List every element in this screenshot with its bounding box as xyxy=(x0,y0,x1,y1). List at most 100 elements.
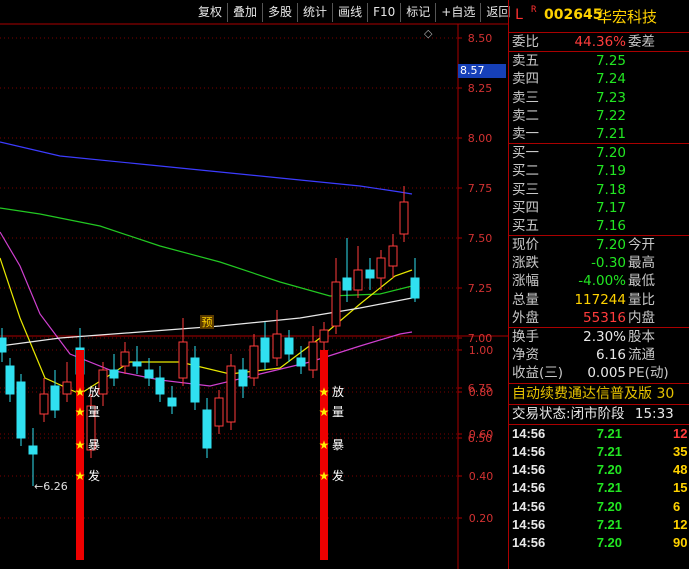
tick-row: 14:56 7.21 15 xyxy=(509,479,689,497)
candle-body[interactable] xyxy=(202,409,212,449)
stat-row: 收益(三) 0.005 PE(动) xyxy=(509,364,689,382)
status-value: 闭市阶段 xyxy=(570,405,625,422)
candle-body[interactable] xyxy=(109,369,119,379)
buy-row: 买三 7.18 xyxy=(509,181,689,199)
candle-body[interactable] xyxy=(98,369,108,395)
candle-body[interactable] xyxy=(249,345,259,379)
tick-time: 14:56 xyxy=(512,535,546,551)
candle-body[interactable] xyxy=(167,397,177,407)
quote-row: 总量 117244 量比 xyxy=(509,291,689,309)
candle-body[interactable] xyxy=(353,269,363,291)
candle-body[interactable] xyxy=(365,269,375,279)
stock-code[interactable]: 002645 xyxy=(544,7,602,23)
toolbar-button-6[interactable]: 标记 xyxy=(400,3,435,22)
tick-list[interactable]: 14:56 7.21 12 14:56 7.21 35 14:56 7.20 48 14:56 7.… xyxy=(509,425,689,553)
signal-label: 量 xyxy=(88,405,100,419)
quote-row: 现价 7.20 今开 xyxy=(509,236,689,254)
status-label: 交易状态: xyxy=(512,405,571,422)
buy-price: 7.19 xyxy=(595,163,626,180)
buy-row: 买一 7.20 xyxy=(509,144,689,162)
sell-label: 卖三 xyxy=(512,89,539,106)
candle-body[interactable] xyxy=(272,333,282,359)
weibi-value: 44.36% xyxy=(574,34,626,50)
stat-row: 换手 2.30% 股本 xyxy=(509,328,689,346)
candle-body[interactable] xyxy=(308,341,318,371)
indicator-tick-label: 0.80 xyxy=(469,386,494,399)
tick-price: 7.21 xyxy=(596,480,622,496)
tick-volume: 15 xyxy=(673,480,688,496)
sell-price: 7.21 xyxy=(595,125,626,142)
candle-body[interactable] xyxy=(399,201,409,235)
toolbar-button-1[interactable]: 叠加 xyxy=(227,3,262,22)
weicha-label: 委差 xyxy=(628,34,655,50)
candle-body[interactable] xyxy=(120,351,130,367)
candle-body[interactable] xyxy=(144,369,154,379)
candle-body[interactable] xyxy=(28,445,38,455)
candle-body[interactable] xyxy=(331,281,341,327)
toolbar-button-0[interactable]: 复权 xyxy=(193,3,227,22)
candle-body[interactable] xyxy=(155,377,165,395)
candle-body[interactable] xyxy=(342,277,352,291)
quote-label-2: 最高 xyxy=(628,255,655,272)
candle-body[interactable] xyxy=(238,369,248,387)
candle-body[interactable] xyxy=(319,329,329,343)
candle-body[interactable] xyxy=(410,277,420,299)
tick-price: 7.20 xyxy=(596,462,622,478)
candle-body[interactable] xyxy=(190,357,200,403)
tick-row: 14:56 7.21 12 xyxy=(509,516,689,534)
indicator-tick-label: 0.20 xyxy=(469,512,494,525)
diamond-icon[interactable]: ◇ xyxy=(424,27,432,40)
buy-price: 7.20 xyxy=(595,145,626,162)
candle-body[interactable] xyxy=(284,337,294,355)
indicator-tick-label: 1.00 xyxy=(469,344,494,357)
toolbar-button-7[interactable]: +自选 xyxy=(435,3,480,22)
tick-price: 7.21 xyxy=(596,443,622,459)
buy-orders: 买一 7.20 买二 7.19 买三 7.18 买四 7.17 买五 7.16 xyxy=(509,144,689,237)
candle-body[interactable] xyxy=(50,385,60,411)
kline-chart[interactable]: 8.508.258.007.757.507.257.006.756.501.00… xyxy=(0,0,508,569)
tick-row: 14:56 7.21 35 xyxy=(509,443,689,461)
stat-label: 换手 xyxy=(512,329,539,345)
sell-price: 7.24 xyxy=(595,71,626,88)
toolbar-button-3[interactable]: 统计 xyxy=(297,3,332,22)
sell-row: 卖一 7.21 xyxy=(509,125,689,143)
candle-body[interactable] xyxy=(16,381,26,439)
candle-body[interactable] xyxy=(376,257,386,279)
stock-name[interactable]: 华宏科技 xyxy=(597,6,657,27)
quote-label-2: 今开 xyxy=(628,237,655,254)
candle-body[interactable] xyxy=(388,245,398,267)
candle-body[interactable] xyxy=(214,397,224,427)
sell-price: 7.25 xyxy=(595,53,626,70)
tick-price: 7.21 xyxy=(596,517,622,533)
toolbar-button-2[interactable]: 多股 xyxy=(262,3,297,22)
candle-body[interactable] xyxy=(226,365,236,423)
candle-body[interactable] xyxy=(132,361,142,367)
signal-label: 发 xyxy=(332,468,344,483)
toolbar-button-4[interactable]: 画线 xyxy=(332,3,367,22)
candle-body[interactable] xyxy=(260,337,270,363)
buy-row: 买二 7.19 xyxy=(509,162,689,180)
tick-price: 7.21 xyxy=(596,425,622,441)
sell-price: 7.22 xyxy=(595,107,626,124)
tick-volume: 6 xyxy=(673,498,681,514)
candle-body[interactable] xyxy=(5,365,15,395)
price-tick-label: 7.50 xyxy=(468,232,493,245)
signal-label: 量 xyxy=(332,405,344,419)
ad-ticker[interactable]: 自动续费通达信普及版 30 xyxy=(509,384,689,405)
weibi-row: 委比 44.36% 委差 xyxy=(509,33,689,53)
quote-label-2: 量比 xyxy=(628,291,655,308)
buy-price: 7.16 xyxy=(595,217,626,234)
quote-row: 涨幅 -4.00% 最低 xyxy=(509,272,689,290)
quote-row: 涨跌 -0.30 最高 xyxy=(509,254,689,272)
quote-label: 总量 xyxy=(512,291,539,308)
quote-value: 7.20 xyxy=(595,237,626,254)
candle-body[interactable] xyxy=(0,337,7,353)
candle-body[interactable] xyxy=(296,357,306,367)
candle-body[interactable] xyxy=(62,381,72,395)
candle-body[interactable] xyxy=(39,393,49,415)
quote-label: 外盘 xyxy=(512,309,539,326)
margin-flag: R xyxy=(531,5,537,15)
tick-volume: 35 xyxy=(673,443,688,459)
toolbar-button-5[interactable]: F10 xyxy=(367,3,400,22)
candle-body[interactable] xyxy=(178,341,188,379)
